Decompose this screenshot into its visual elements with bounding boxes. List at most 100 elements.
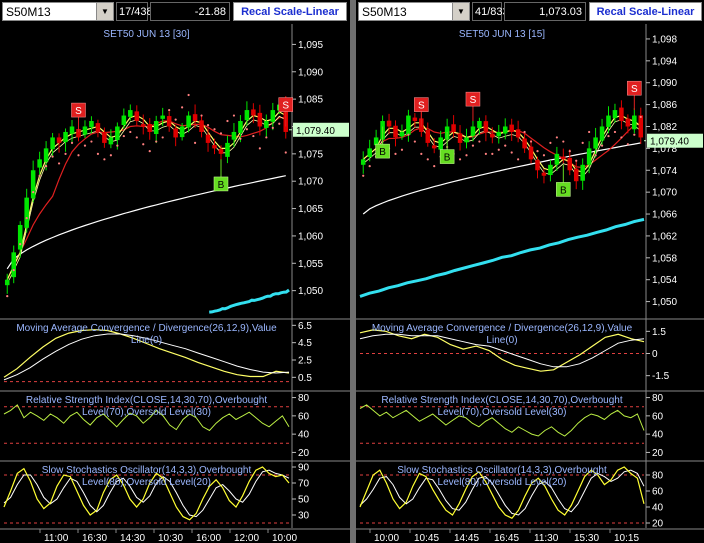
candle-body: [502, 126, 508, 134]
candle-body: [251, 109, 256, 116]
sar-dot: [420, 152, 423, 155]
sar-dot: [142, 143, 145, 146]
price-tick-label: 1,065: [298, 204, 323, 215]
sar-dot: [562, 140, 565, 143]
long-term-average-line: [359, 217, 645, 298]
indicator-tick-label: -1.5: [652, 371, 670, 382]
candle-body: [102, 131, 107, 143]
sar-dot: [181, 106, 184, 109]
chart-panel-15min: S50M13 ▼ 41/833 1,073.03 Recal Scale-Lin…: [356, 0, 704, 543]
candle-body: [431, 145, 437, 149]
candle-body: [490, 133, 495, 138]
sar-dot: [471, 144, 475, 147]
sar-dot: [407, 133, 410, 136]
candle-body: [567, 157, 573, 171]
sar-dot: [232, 114, 236, 117]
candle-body: [638, 115, 644, 138]
sar-dot: [555, 136, 558, 139]
sar-dot: [32, 191, 35, 194]
buy-signal-label: B: [379, 147, 386, 158]
sar-dot: [433, 165, 436, 168]
indicator-tick-label: 20: [298, 448, 310, 459]
candle-body: [43, 148, 49, 162]
price-tick-label: 1,050: [652, 297, 677, 308]
chart-canvas-30min[interactable]: SET50 JUN 13 [30]1,0951,0901,0851,0801,0…: [0, 0, 350, 543]
price-tick-label: 1,082: [652, 122, 677, 133]
candle-body: [264, 121, 269, 128]
sar-dot: [6, 295, 9, 298]
fast-moving-average-line: [6, 111, 287, 280]
chart-canvas-15min[interactable]: SET50 JUN 13 [15] 1,098 1,094 1,090 1,086 1,0…: [356, 0, 704, 543]
candle-body: [192, 114, 198, 122]
candle-body: [399, 131, 405, 137]
price-tick-label: 1,066: [652, 210, 677, 221]
mid-moving-average-line: [6, 116, 286, 280]
indicator-tick-label: 4.5: [298, 338, 312, 349]
candle-body: [4, 279, 10, 286]
sar-dot: [122, 134, 125, 138]
sar-dot: [529, 140, 533, 143]
price-tick-label: 1,094: [652, 56, 677, 67]
indicator-title: Slow Stochastics Oscillator(14,3,3),Over…: [397, 465, 607, 488]
time-tick-label: 11:00: [44, 533, 69, 543]
candle-body: [412, 117, 418, 122]
candle-body: [586, 148, 592, 165]
fast-moving-average-line: [362, 114, 642, 173]
candle-body: [238, 121, 243, 133]
candle-body: [438, 137, 443, 150]
candle-body: [554, 153, 560, 165]
chart-panel-30min: S50M13 ▼ 17/438 -21.88 Recal Scale-Linea…: [0, 0, 350, 543]
sell-signal-label: S: [631, 84, 638, 95]
candle-body: [599, 126, 605, 141]
candle-body: [173, 128, 178, 138]
sell-signal-label: S: [470, 95, 477, 106]
price-tick-label: 1,062: [652, 231, 677, 242]
sar-dot: [626, 143, 629, 146]
candle-body: [561, 156, 566, 160]
indicator-title: Moving Average Convergence / Divergence(…: [372, 323, 633, 346]
sar-dot: [497, 148, 500, 151]
candle-body: [134, 111, 140, 122]
bollinger-lower-line: [362, 119, 642, 177]
sell-signal-label: S: [282, 101, 289, 112]
price-tick-label: 1,095: [298, 40, 323, 51]
candle-body: [522, 138, 527, 149]
sar-dot: [200, 114, 203, 117]
indicator-tick-label: 80: [652, 393, 664, 404]
candle-body: [470, 126, 476, 136]
sar-dot: [213, 128, 216, 131]
candle-body: [509, 124, 514, 132]
sar-dot: [549, 141, 552, 145]
indicator-tick-label: 40: [298, 430, 310, 441]
candle-body: [496, 131, 502, 137]
indicator-tick-label: 60: [652, 487, 664, 498]
sar-dot: [607, 134, 610, 138]
sar-dot: [57, 162, 61, 165]
time-tick-label: 10:00: [272, 533, 297, 543]
sell-signal-label: S: [418, 101, 425, 112]
indicator-title: Relative Strength Index(CLOSE,14,30,70),…: [26, 395, 267, 418]
sar-dot: [83, 144, 87, 147]
candle-body: [632, 115, 637, 130]
indicator-tick-label: 2.5: [298, 356, 312, 367]
sar-dot: [517, 158, 520, 161]
candle-body: [82, 126, 88, 135]
candle-body: [160, 115, 165, 119]
sar-dot: [581, 141, 584, 145]
sar-dot: [96, 152, 100, 155]
indicator-tick-label: 20: [652, 519, 664, 530]
candle-body: [225, 142, 230, 157]
time-tick-label: 16:00: [196, 533, 221, 543]
sar-dot: [239, 137, 242, 140]
candle-body: [166, 116, 172, 127]
sar-dot: [51, 155, 54, 158]
sar-dot: [491, 152, 494, 155]
time-tick-label: 15:30: [574, 533, 599, 543]
price-tick-label: 1,050: [298, 286, 323, 297]
candle-body: [580, 164, 585, 181]
candle-body: [218, 149, 224, 154]
buy-signal-label: B: [560, 185, 567, 196]
candle-body: [231, 131, 237, 140]
price-tick-label: 1,085: [298, 95, 323, 106]
candle-body: [457, 133, 463, 143]
